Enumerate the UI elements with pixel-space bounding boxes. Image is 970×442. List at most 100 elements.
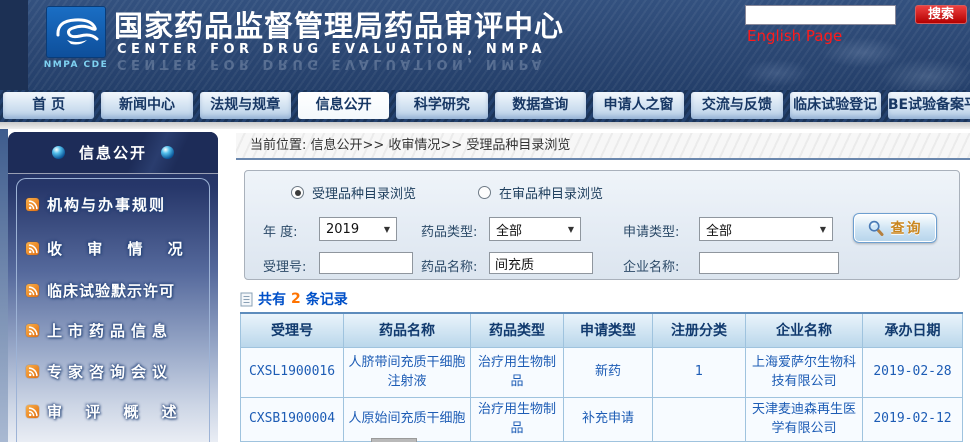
list-icon	[240, 292, 253, 307]
site-header: NMPA CDE 国家药品监督管理局药品审评中心 CENTER FOR DRUG…	[0, 0, 970, 90]
col-handle-date: 承办日期	[863, 313, 963, 347]
cell-handle-date: 2019-02-28	[863, 347, 963, 397]
table-header-row: 受理号 药品名称 药品类型 申请类型 注册分类 企业名称 承办日期	[241, 313, 963, 347]
site-search-button[interactable]: 搜索	[915, 5, 967, 24]
sidebar-item-label: 临床试验默示许可	[47, 280, 175, 301]
nmpa-cde-logo-icon	[47, 7, 105, 57]
pagination-button-fragment[interactable]	[371, 438, 417, 442]
rss-icon	[26, 284, 39, 297]
cell-reg-class	[653, 397, 746, 441]
site-subtitle: CENTER FOR DRUG EVALUATION, NMPA	[117, 42, 546, 57]
cell-accept-no: CXSL1900016	[241, 347, 344, 397]
tab-news[interactable]: 新闻中心	[101, 92, 192, 119]
col-company: 企业名称	[746, 313, 863, 347]
sidebar-item-review-overview[interactable]: 审 评 概 述	[26, 401, 186, 422]
query-button[interactable]: 查询	[853, 213, 937, 243]
tab-science-research[interactable]: 科学研究	[396, 92, 487, 119]
cell-company: 上海爱萨尔生物科技有限公司	[746, 347, 863, 397]
tab-applicant-window[interactable]: 申请人之窗	[593, 92, 684, 119]
site-title: 国家药品监督管理局药品审评中心	[114, 3, 564, 45]
cell-handle-date: 2019-02-12	[863, 397, 963, 441]
radio-under-review-label: 在审品种目录浏览	[499, 183, 603, 202]
apply-type-label: 申请类型:	[623, 221, 679, 240]
records-summary: 共有 2 条记录	[240, 289, 348, 309]
rss-icon	[26, 242, 39, 255]
company-name-input[interactable]	[699, 252, 839, 274]
main-nav: 首 页 新闻中心 法规与规章 信息公开 科学研究 数据查询 申请人之窗 交流与反…	[0, 90, 970, 122]
header-left-strip	[0, 0, 28, 90]
rss-icon	[26, 405, 39, 418]
cell-accept-no: CXSB1900004	[241, 397, 344, 441]
tab-regulations[interactable]: 法规与规章	[200, 92, 291, 119]
cell-drug-type: 治疗用生物制品	[471, 397, 564, 441]
year-select[interactable]: 2019 ▼	[319, 217, 397, 241]
tab-home[interactable]: 首 页	[3, 92, 94, 119]
page: NMPA CDE 国家药品监督管理局药品审评中心 CENTER FOR DRUG…	[0, 0, 970, 442]
nav-bottom-strip	[0, 122, 970, 129]
catalog-radio-group: 受理品种目录浏览 在审品种目录浏览	[291, 183, 603, 202]
drug-type-select[interactable]: 全部 ▼	[489, 217, 581, 241]
col-drug-type: 药品类型	[471, 313, 564, 347]
sidebar-item-expert-consultation[interactable]: 专家咨询会议	[26, 361, 173, 382]
cell-drug-name: 人脐带间充质干细胞注射液	[344, 347, 471, 397]
cell-apply-type: 新药	[564, 347, 653, 397]
chevron-down-icon: ▼	[384, 225, 390, 234]
sidebar-item-acceptance-review[interactable]: 收 审 情 况	[26, 238, 193, 259]
col-reg-class: 注册分类	[653, 313, 746, 347]
results-table: 受理号 药品名称 药品类型 申请类型 注册分类 企业名称 承办日期 CXSL19…	[240, 312, 963, 442]
records-count: 2	[291, 291, 301, 307]
table-row: CXSL1900016 人脐带间充质干细胞注射液 治疗用生物制品 新药 1 上海…	[241, 347, 963, 397]
records-suffix: 条记录	[306, 289, 348, 309]
sidebar-item-marketed-drug-info[interactable]: 上市药品信息	[26, 320, 173, 341]
tab-info-disclosure[interactable]: 信息公开	[298, 92, 389, 119]
sidebar-item-label: 收 审 情 况	[47, 238, 193, 259]
sidebar-header: 信息公开	[8, 132, 218, 174]
logo-caption: NMPA CDE	[34, 60, 118, 70]
sidebar-item-clinical-trial-default-license[interactable]: 临床试验默示许可	[26, 280, 175, 301]
drug-name-input[interactable]	[489, 252, 593, 274]
breadcrumb: 当前位置: 信息公开>> 收审情况>> 受理品种目录浏览	[236, 133, 970, 160]
rss-icon	[26, 198, 39, 211]
sidebar-info-disclosure: 信息公开 机构与办事规则 收 审 情 况 临床试验默示许可 上市药品信息 专家咨…	[8, 132, 218, 442]
apply-type-select[interactable]: 全部 ▼	[699, 217, 833, 241]
tab-data-query[interactable]: 数据查询	[495, 92, 586, 119]
radio-under-review-catalog[interactable]	[478, 186, 491, 199]
sidebar-item-label: 专家咨询会议	[47, 361, 173, 382]
drug-type-label: 药品类型:	[421, 221, 477, 240]
sidebar-title: 信息公开	[79, 142, 147, 163]
radio-accepted-label: 受理品种目录浏览	[312, 183, 416, 202]
radio-accepted-catalog[interactable]	[291, 186, 304, 199]
year-label: 年 度:	[263, 221, 298, 240]
sidebar-item-label: 审 评 概 述	[47, 401, 186, 422]
sphere-icon	[161, 146, 174, 159]
sidebar-item-org-rules[interactable]: 机构与办事规则	[26, 194, 166, 215]
filter-panel: 受理品种目录浏览 在审品种目录浏览 年 度: 2019 ▼ 药品类型: 全部 ▼…	[244, 170, 960, 280]
drug-type-select-value: 全部	[496, 220, 522, 239]
cell-reg-class: 1	[653, 347, 746, 397]
chevron-down-icon: ▼	[820, 225, 826, 234]
col-drug-name: 药品名称	[344, 313, 471, 347]
company-name-label: 企业名称:	[623, 256, 679, 275]
col-accept-no: 受理号	[241, 313, 344, 347]
site-search-input[interactable]	[745, 5, 896, 25]
cell-drug-name: 人原始间充质干细胞	[344, 397, 471, 441]
col-apply-type: 申请类型	[564, 313, 653, 347]
records-prefix: 共有	[258, 289, 286, 309]
rss-icon	[26, 365, 39, 378]
tab-clinical-trial-registry[interactable]: 临床试验登记	[790, 92, 881, 119]
drug-name-label: 药品名称:	[421, 256, 477, 275]
left-edge-strip	[0, 129, 8, 442]
english-page-link[interactable]: English Page	[747, 27, 842, 45]
sidebar-item-label: 机构与办事规则	[47, 194, 166, 215]
tab-be-trial-platform[interactable]: BE试验备案平台	[888, 92, 970, 119]
magnifier-icon	[868, 220, 884, 236]
accept-no-input[interactable]	[319, 252, 413, 274]
apply-type-select-value: 全部	[706, 220, 732, 239]
cell-company: 天津麦迪森再生医学有限公司	[746, 397, 863, 441]
cell-drug-type: 治疗用生物制品	[471, 347, 564, 397]
swan-logo-icon	[53, 13, 99, 51]
accept-no-label: 受理号:	[263, 256, 306, 275]
site-subtitle-reflection: CENTER FOR DRUG EVALUATION, NMPA	[117, 56, 546, 71]
tab-exchange-feedback[interactable]: 交流与反馈	[691, 92, 782, 119]
sidebar-item-label: 上市药品信息	[47, 320, 173, 341]
